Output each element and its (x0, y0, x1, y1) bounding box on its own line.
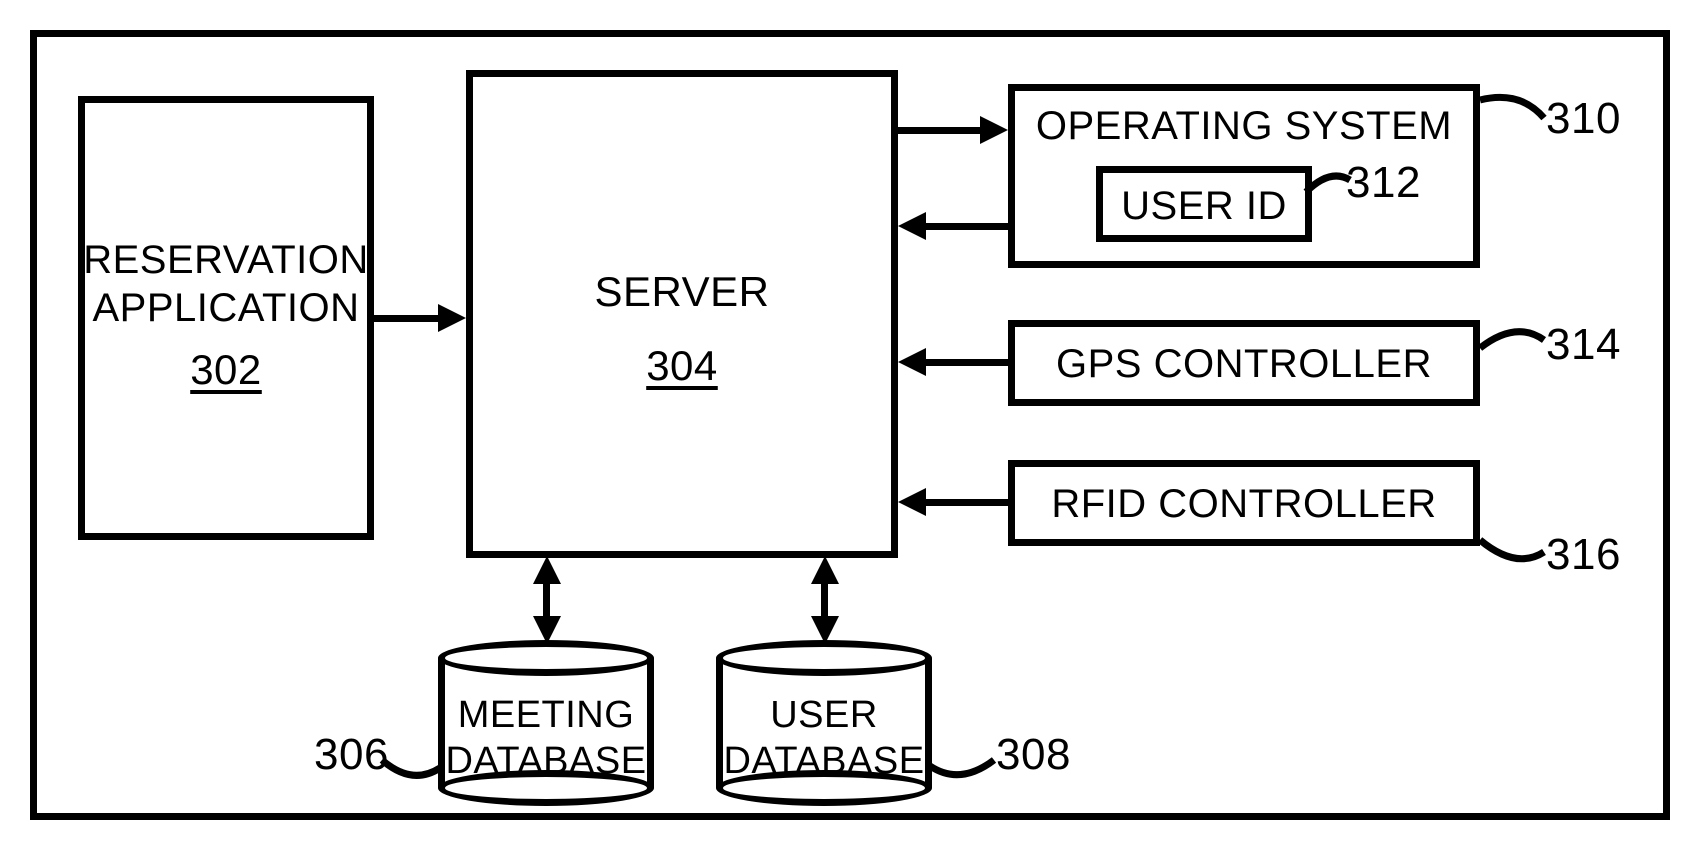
arrow-rfid-to-server-head (898, 488, 926, 516)
arrow-server-meetingdb-up (533, 556, 561, 584)
leader-312 (1300, 162, 1356, 202)
ref-308: 308 (996, 730, 1071, 780)
arrow-server-to-os-line (898, 127, 982, 134)
reservation-application-label-2: APPLICATION (78, 286, 374, 331)
user-id-label: USER ID (1096, 184, 1312, 229)
arrow-os-to-server-head (898, 212, 926, 240)
server-ref: 304 (466, 342, 898, 390)
arrow-server-userdb-line (821, 580, 828, 620)
arrow-server-meetingdb-line (543, 580, 550, 620)
arrow-gps-to-server-line (924, 359, 1008, 366)
arrow-server-userdb-down (811, 616, 839, 644)
leader-308 (924, 740, 1000, 790)
diagram-stage: RESERVATION APPLICATION 302 SERVER 304 O… (0, 0, 1707, 856)
arrow-server-to-os-head (980, 116, 1008, 144)
arrow-reservation-to-server-line (374, 315, 440, 322)
reservation-application-label-1: RESERVATION (78, 238, 374, 283)
user-database-label-2: DATABASE (716, 740, 932, 783)
user-database: USER DATABASE (716, 640, 932, 806)
operating-system-label: OPERATING SYSTEM (1008, 104, 1480, 149)
ref-314: 314 (1546, 320, 1621, 370)
reservation-application-ref: 302 (78, 346, 374, 394)
arrow-server-userdb-up (811, 556, 839, 584)
ref-316: 316 (1546, 530, 1621, 580)
leader-316 (1472, 528, 1550, 578)
gps-controller-label: GPS CONTROLLER (1008, 342, 1480, 387)
arrow-reservation-to-server-head (438, 304, 466, 332)
server-label: SERVER (466, 268, 898, 316)
ref-310: 310 (1546, 94, 1621, 144)
meeting-database-label-1: MEETING (438, 694, 654, 737)
meeting-database: MEETING DATABASE (438, 640, 654, 806)
leader-314 (1472, 316, 1550, 366)
arrow-rfid-to-server-line (924, 499, 1008, 506)
leader-310 (1470, 90, 1550, 150)
arrow-os-to-server-line (924, 223, 1008, 230)
user-database-label-1: USER (716, 694, 932, 737)
arrow-gps-to-server-head (898, 348, 926, 376)
leader-306 (378, 740, 444, 790)
ref-312: 312 (1346, 158, 1421, 208)
arrow-server-meetingdb-down (533, 616, 561, 644)
meeting-database-label-2: DATABASE (438, 740, 654, 783)
rfid-controller-label: RFID CONTROLLER (1008, 482, 1480, 527)
